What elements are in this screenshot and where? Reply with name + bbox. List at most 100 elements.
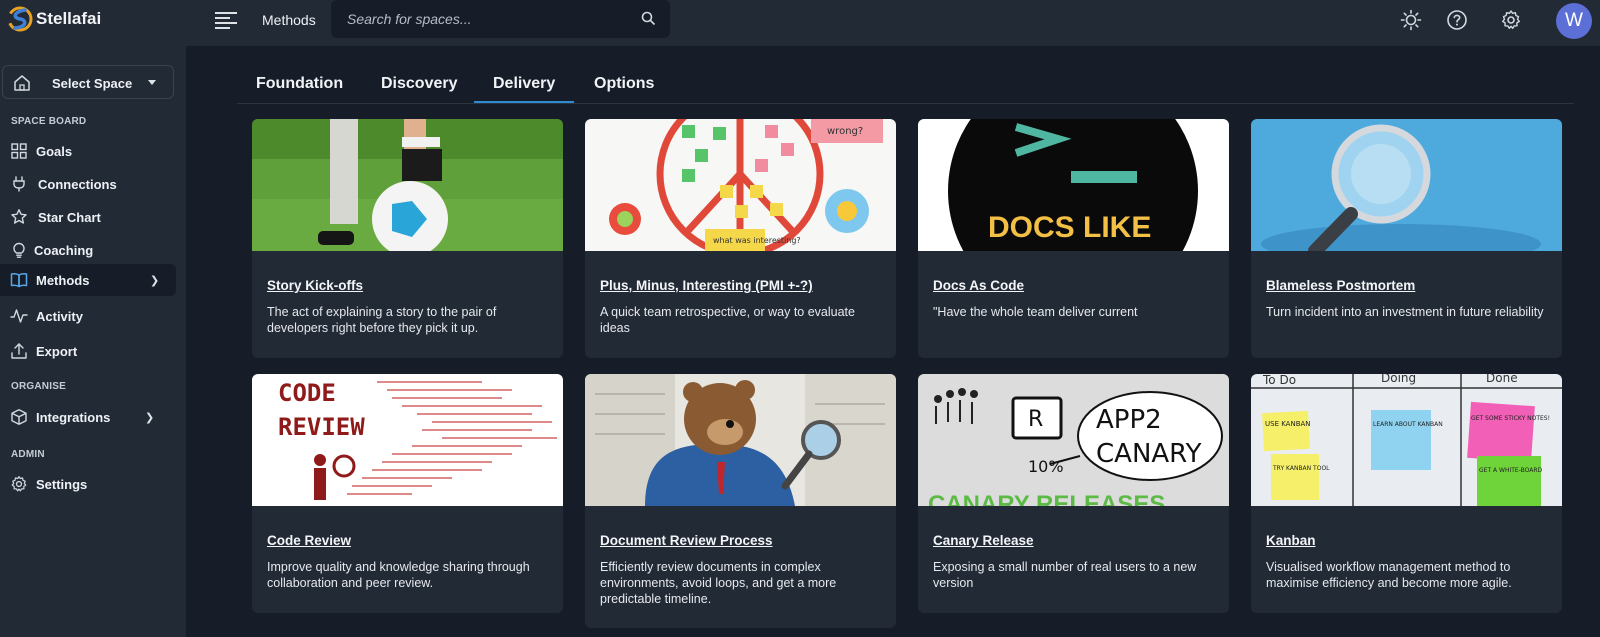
method-tabs: Foundation Discovery Delivery Options [237, 62, 1574, 104]
img-text-wrong: wrong? [827, 126, 863, 137]
card-image [585, 374, 896, 506]
method-card-blameless-postmortem[interactable]: Blameless Postmortem Turn incident into … [1251, 119, 1562, 358]
img-text-learn-kanban: LEARN ABOUT KANBAN [1373, 421, 1443, 428]
img-text-review: REVIEW [278, 413, 365, 441]
card-image: CODE REVIEW [252, 374, 563, 506]
img-text-canary: CANARY [1096, 439, 1202, 469]
img-text-todo: To Do [1262, 374, 1296, 387]
active-tab-indicator [474, 101, 574, 103]
card-title[interactable]: Canary Release [933, 533, 1034, 548]
activity-icon [10, 309, 28, 323]
method-card-story-kick-offs[interactable]: Story Kick-offs The act of explaining a … [252, 119, 563, 358]
sidebar-item-coaching[interactable]: Coaching [0, 234, 176, 266]
img-text-try-kanban: TRY KANBAN TOOL [1272, 465, 1330, 472]
card-description: The act of explaining a story to the pai… [267, 305, 497, 335]
method-card-docs-as-code[interactable]: DOCS LIKE Docs As Code "Have the whole t… [918, 119, 1229, 358]
card-image: To Do Doing Done USE KANBAN TRY KANBAN T… [1251, 374, 1562, 506]
card-title[interactable]: Kanban [1266, 533, 1316, 548]
search-icon[interactable] [641, 11, 656, 26]
sidebar-item-label: Methods [36, 273, 90, 288]
sidebar-item-label: Coaching [34, 243, 94, 258]
card-description: A quick team retrospective, or way to ev… [600, 305, 855, 335]
sidebar-item-goals[interactable]: Goals [0, 135, 176, 167]
caret-down-icon [148, 80, 156, 85]
gear-icon [11, 476, 27, 492]
home-icon [14, 75, 30, 91]
img-text-app2: APP2 [1096, 405, 1162, 435]
sidebar-item-integrations[interactable]: Integrations ❯ [0, 401, 176, 433]
sidebar-item-label: Activity [36, 309, 83, 324]
img-text-sticky-notes: GET SOME STICKY NOTES! [1471, 415, 1550, 422]
img-text-code: CODE [278, 379, 336, 407]
chevron-right-icon: ❯ [145, 412, 155, 424]
section-organise: ORGANISE [11, 381, 66, 392]
book-icon [10, 273, 28, 288]
card-title[interactable]: Plus, Minus, Interesting (PMI +-?) [600, 278, 813, 293]
card-title[interactable]: Docs As Code [933, 278, 1024, 293]
menu-toggle-icon[interactable] [215, 12, 237, 32]
card-image: R APP2 CANARY 10% CANARY RELEASES [918, 374, 1229, 506]
img-text-r: R [1028, 407, 1043, 432]
sidebar-item-connections[interactable]: Connections [0, 168, 176, 200]
sidebar-item-label: Goals [36, 144, 73, 159]
stellafai-logo[interactable] [7, 4, 33, 34]
chevron-right-icon: ❯ [150, 275, 160, 287]
method-card-kanban[interactable]: To Do Doing Done USE KANBAN TRY KANBAN T… [1251, 374, 1562, 613]
img-text-done: Done [1486, 374, 1518, 385]
card-title[interactable]: Story Kick-offs [267, 278, 363, 293]
tab-foundation[interactable]: Foundation [256, 75, 343, 93]
method-card-code-review[interactable]: CODE REVIEW Code Review Improve quality … [252, 374, 563, 613]
sidebar-item-methods[interactable]: Methods ❯ [0, 264, 176, 296]
section-admin: ADMIN [11, 449, 45, 460]
space-select-label: Select Space [52, 76, 133, 91]
sidebar-item-export[interactable]: Export [0, 335, 176, 367]
card-image [1251, 119, 1562, 251]
lightbulb-icon [13, 242, 25, 258]
sidebar-item-label: Integrations [36, 410, 111, 425]
tab-discovery[interactable]: Discovery [381, 75, 458, 93]
sidebar-item-settings[interactable]: Settings [0, 468, 176, 500]
grid-icon [11, 143, 27, 159]
top-bar: Stellafai Methods W [0, 0, 1600, 46]
tab-options[interactable]: Options [594, 75, 654, 93]
card-title[interactable]: Document Review Process [600, 533, 773, 548]
user-avatar[interactable]: W [1556, 3, 1592, 39]
breadcrumb: Methods [262, 12, 316, 28]
card-description: "Have the whole team deliver current [933, 305, 1138, 319]
card-title[interactable]: Blameless Postmortem [1266, 278, 1415, 293]
method-card-pmi[interactable]: wrong? what was interesting? Plus, Minus… [585, 119, 896, 358]
tab-delivery[interactable]: Delivery [493, 75, 555, 93]
search-input[interactable] [347, 0, 627, 38]
method-card-document-review-process[interactable]: Document Review Process Efficiently revi… [585, 374, 896, 628]
sidebar-item-activity[interactable]: Activity [0, 300, 176, 332]
upload-icon [11, 343, 27, 359]
section-space-board: SPACE BOARD [11, 116, 87, 127]
box-icon [11, 409, 27, 425]
star-icon [11, 209, 27, 224]
gear-icon[interactable] [1500, 9, 1522, 31]
sidebar: Select Space SPACE BOARD Goals Connectio… [0, 46, 186, 637]
method-card-canary-release[interactable]: R APP2 CANARY 10% CANARY RELEASES Canary… [918, 374, 1229, 613]
img-text-interesting: what was interesting? [713, 236, 801, 245]
img-text-docs-like: DOCS LIKE [988, 211, 1151, 244]
sidebar-item-star-chart[interactable]: Star Chart [0, 201, 176, 233]
brand-name[interactable]: Stellafai [36, 9, 101, 29]
sidebar-item-label: Connections [38, 177, 117, 192]
img-text-10pct: 10% [1028, 457, 1064, 476]
space-select-dropdown[interactable]: Select Space [2, 65, 174, 99]
search-box [331, 0, 670, 38]
sun-icon[interactable] [1400, 9, 1422, 31]
card-description: Efficiently review documents in complex … [600, 560, 837, 606]
card-description: Visualised workflow management method to… [1266, 560, 1512, 590]
card-image: DOCS LIKE [918, 119, 1229, 251]
img-text-doing: Doing [1381, 374, 1416, 385]
plug-icon [13, 176, 25, 192]
img-text-use-kanban: USE KANBAN [1265, 420, 1311, 428]
img-text-whiteboard: GET A WHITE-BOARD [1479, 467, 1543, 474]
card-description: Turn incident into an investment in futu… [1266, 305, 1544, 319]
sidebar-item-label: Export [36, 344, 78, 359]
help-icon[interactable] [1446, 9, 1468, 31]
card-description: Improve quality and knowledge sharing th… [267, 560, 530, 590]
card-title[interactable]: Code Review [267, 533, 351, 548]
sidebar-item-label: Settings [36, 477, 88, 492]
